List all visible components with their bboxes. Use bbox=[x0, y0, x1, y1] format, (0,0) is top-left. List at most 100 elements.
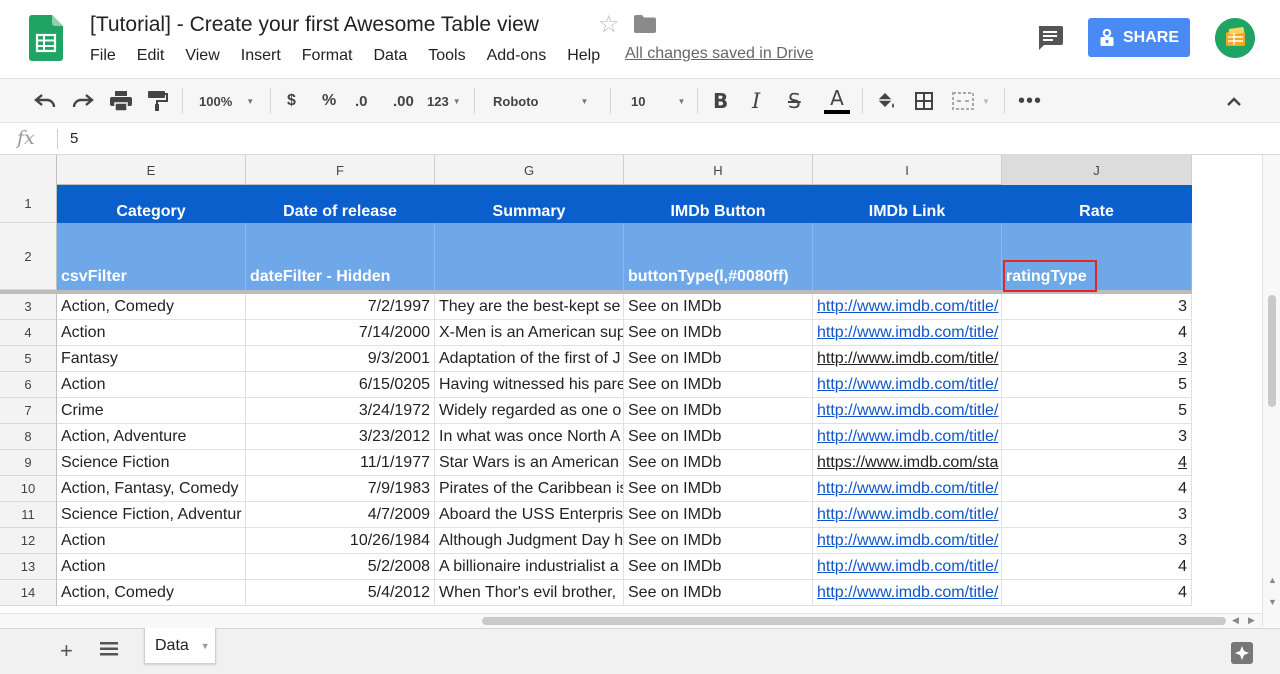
imdb-link-cell[interactable]: http://www.imdb.com/title/ bbox=[813, 398, 1002, 424]
increase-decimals-button[interactable]: .00 bbox=[393, 79, 414, 123]
all-sheets-list-icon[interactable] bbox=[100, 641, 118, 657]
header-cell[interactable]: IMDb Link bbox=[813, 185, 1002, 223]
paint-format-button[interactable] bbox=[148, 79, 168, 123]
category-cell[interactable]: Science Fiction, Adventur bbox=[57, 502, 246, 528]
imdb-link-cell[interactable]: http://www.imdb.com/title/ bbox=[813, 554, 1002, 580]
star-icon[interactable]: ☆ bbox=[598, 10, 620, 39]
italic-button[interactable]: I bbox=[752, 79, 760, 123]
category-cell[interactable]: Action, Fantasy, Comedy bbox=[57, 476, 246, 502]
imdb-link-cell[interactable]: http://www.imdb.com/title/ bbox=[813, 372, 1002, 398]
row-header-5[interactable]: 5 bbox=[0, 346, 57, 372]
release-date-cell[interactable]: 10/26/1984 bbox=[246, 528, 435, 554]
imdb-button-cell[interactable]: See on IMDb bbox=[624, 398, 813, 424]
share-button[interactable]: SHARE bbox=[1088, 18, 1190, 57]
scroll-down-arrow-icon[interactable]: ▼ bbox=[1268, 597, 1277, 607]
summary-cell[interactable]: A billionaire industrialist a bbox=[435, 554, 624, 580]
imdb-button-cell[interactable]: See on IMDb bbox=[624, 528, 813, 554]
add-sheet-button[interactable]: + bbox=[60, 638, 73, 664]
imdb-link-cell[interactable]: http://www.imdb.com/title/ bbox=[813, 320, 1002, 346]
summary-cell[interactable]: Star Wars is an American bbox=[435, 450, 624, 476]
category-cell[interactable]: Action, Adventure bbox=[57, 424, 246, 450]
rate-cell[interactable]: 3 bbox=[1002, 528, 1192, 554]
release-date-cell[interactable]: 9/3/2001 bbox=[246, 346, 435, 372]
imdb-button-cell[interactable]: See on IMDb bbox=[624, 424, 813, 450]
row-header-9[interactable]: 9 bbox=[0, 450, 57, 476]
menu-edit[interactable]: Edit bbox=[137, 47, 165, 65]
explore-icon[interactable] bbox=[1231, 642, 1253, 664]
folder-icon[interactable] bbox=[634, 15, 656, 33]
release-date-cell[interactable]: 7/9/1983 bbox=[246, 476, 435, 502]
rate-cell[interactable]: 4 bbox=[1002, 476, 1192, 502]
scroll-up-arrow-icon[interactable]: ▲ bbox=[1268, 575, 1277, 585]
scroll-right-arrow-icon[interactable]: ▶ bbox=[1248, 615, 1255, 626]
row-header-7[interactable]: 7 bbox=[0, 398, 57, 424]
header-cell[interactable]: IMDb Button bbox=[624, 185, 813, 223]
summary-cell[interactable]: Widely regarded as one o bbox=[435, 398, 624, 424]
imdb-link-cell[interactable]: http://www.imdb.com/title/ bbox=[813, 580, 1002, 606]
header-cell[interactable]: Date of release bbox=[246, 185, 435, 223]
filter-type-cell[interactable] bbox=[435, 223, 624, 290]
header-cell[interactable]: Category bbox=[57, 185, 246, 223]
category-cell[interactable]: Action, Comedy bbox=[57, 580, 246, 606]
row-header-4[interactable]: 4 bbox=[0, 320, 57, 346]
row-header-14[interactable]: 14 bbox=[0, 580, 57, 606]
more-options-button[interactable]: ••• bbox=[1018, 79, 1042, 123]
borders-button[interactable] bbox=[915, 79, 933, 123]
sheet-tab-data[interactable]: Data ▼ bbox=[144, 628, 216, 664]
category-cell[interactable]: Action bbox=[57, 528, 246, 554]
menu-tools[interactable]: Tools bbox=[428, 47, 465, 65]
undo-button[interactable] bbox=[34, 79, 56, 123]
summary-cell[interactable]: Adaptation of the first of J bbox=[435, 346, 624, 372]
filter-type-cell[interactable]: dateFilter - Hidden bbox=[246, 223, 435, 290]
release-date-cell[interactable]: 11/1/1977 bbox=[246, 450, 435, 476]
rate-cell[interactable]: 5 bbox=[1002, 398, 1192, 424]
summary-cell[interactable]: Pirates of the Caribbean is bbox=[435, 476, 624, 502]
release-date-cell[interactable]: 7/14/2000 bbox=[246, 320, 435, 346]
column-header-j[interactable]: J bbox=[1002, 155, 1192, 185]
release-date-cell[interactable]: 3/23/2012 bbox=[246, 424, 435, 450]
imdb-link-cell[interactable]: http://www.imdb.com/title/ bbox=[813, 424, 1002, 450]
imdb-link-cell[interactable]: http://www.imdb.com/title/ bbox=[813, 502, 1002, 528]
vertical-scroll-thumb[interactable] bbox=[1268, 295, 1276, 407]
row-header-11[interactable]: 11 bbox=[0, 502, 57, 528]
currency-format-button[interactable]: $ bbox=[287, 79, 296, 123]
rate-cell[interactable]: 4 bbox=[1002, 580, 1192, 606]
account-avatar[interactable] bbox=[1215, 18, 1255, 58]
imdb-button-cell[interactable]: See on IMDb bbox=[624, 580, 813, 606]
column-header-h[interactable]: H bbox=[624, 155, 813, 185]
row-header-8[interactable]: 8 bbox=[0, 424, 57, 450]
comments-icon[interactable] bbox=[1037, 26, 1063, 50]
filter-type-cell[interactable] bbox=[813, 223, 1002, 290]
category-cell[interactable]: Science Fiction bbox=[57, 450, 246, 476]
menu-format[interactable]: Format bbox=[302, 47, 353, 65]
fill-color-button[interactable] bbox=[875, 79, 895, 123]
merge-cells-button[interactable]: ▼ bbox=[952, 79, 990, 123]
category-cell[interactable]: Action bbox=[57, 372, 246, 398]
header-cell[interactable]: Rate bbox=[1002, 185, 1192, 223]
filter-type-cell[interactable]: buttonType(l,#0080ff) bbox=[624, 223, 813, 290]
zoom-select[interactable]: 100% ▼ bbox=[199, 79, 254, 123]
row-header-13[interactable]: 13 bbox=[0, 554, 57, 580]
rate-cell[interactable]: 4 bbox=[1002, 320, 1192, 346]
category-cell[interactable]: Action, Comedy bbox=[57, 294, 246, 320]
menu-insert[interactable]: Insert bbox=[241, 47, 281, 65]
summary-cell[interactable]: Having witnessed his pare bbox=[435, 372, 624, 398]
document-title[interactable]: [Tutorial] - Create your first Awesome T… bbox=[90, 13, 539, 37]
select-all-corner[interactable] bbox=[0, 155, 57, 185]
imdb-link-cell[interactable]: http://www.imdb.com/title/ bbox=[813, 294, 1002, 320]
imdb-link-cell[interactable]: http://www.imdb.com/title/ bbox=[813, 476, 1002, 502]
release-date-cell[interactable]: 3/24/1972 bbox=[246, 398, 435, 424]
rate-cell[interactable]: 4 bbox=[1002, 450, 1192, 476]
horizontal-scrollbar[interactable]: ◀ ▶ bbox=[0, 613, 1262, 628]
formula-input[interactable]: 5 bbox=[70, 130, 78, 147]
vertical-scrollbar[interactable]: ▲ ▼ bbox=[1262, 155, 1280, 627]
row-header-6[interactable]: 6 bbox=[0, 372, 57, 398]
column-header-f[interactable]: F bbox=[246, 155, 435, 185]
more-formats-button[interactable]: 123 ▼ bbox=[427, 79, 461, 123]
column-header-i[interactable]: I bbox=[813, 155, 1002, 185]
imdb-link-cell[interactable]: https://www.imdb.com/sta bbox=[813, 450, 1002, 476]
category-cell[interactable]: Action bbox=[57, 320, 246, 346]
category-cell[interactable]: Fantasy bbox=[57, 346, 246, 372]
decrease-decimals-button[interactable]: .0 bbox=[355, 79, 368, 123]
text-color-button[interactable]: A bbox=[824, 79, 850, 123]
